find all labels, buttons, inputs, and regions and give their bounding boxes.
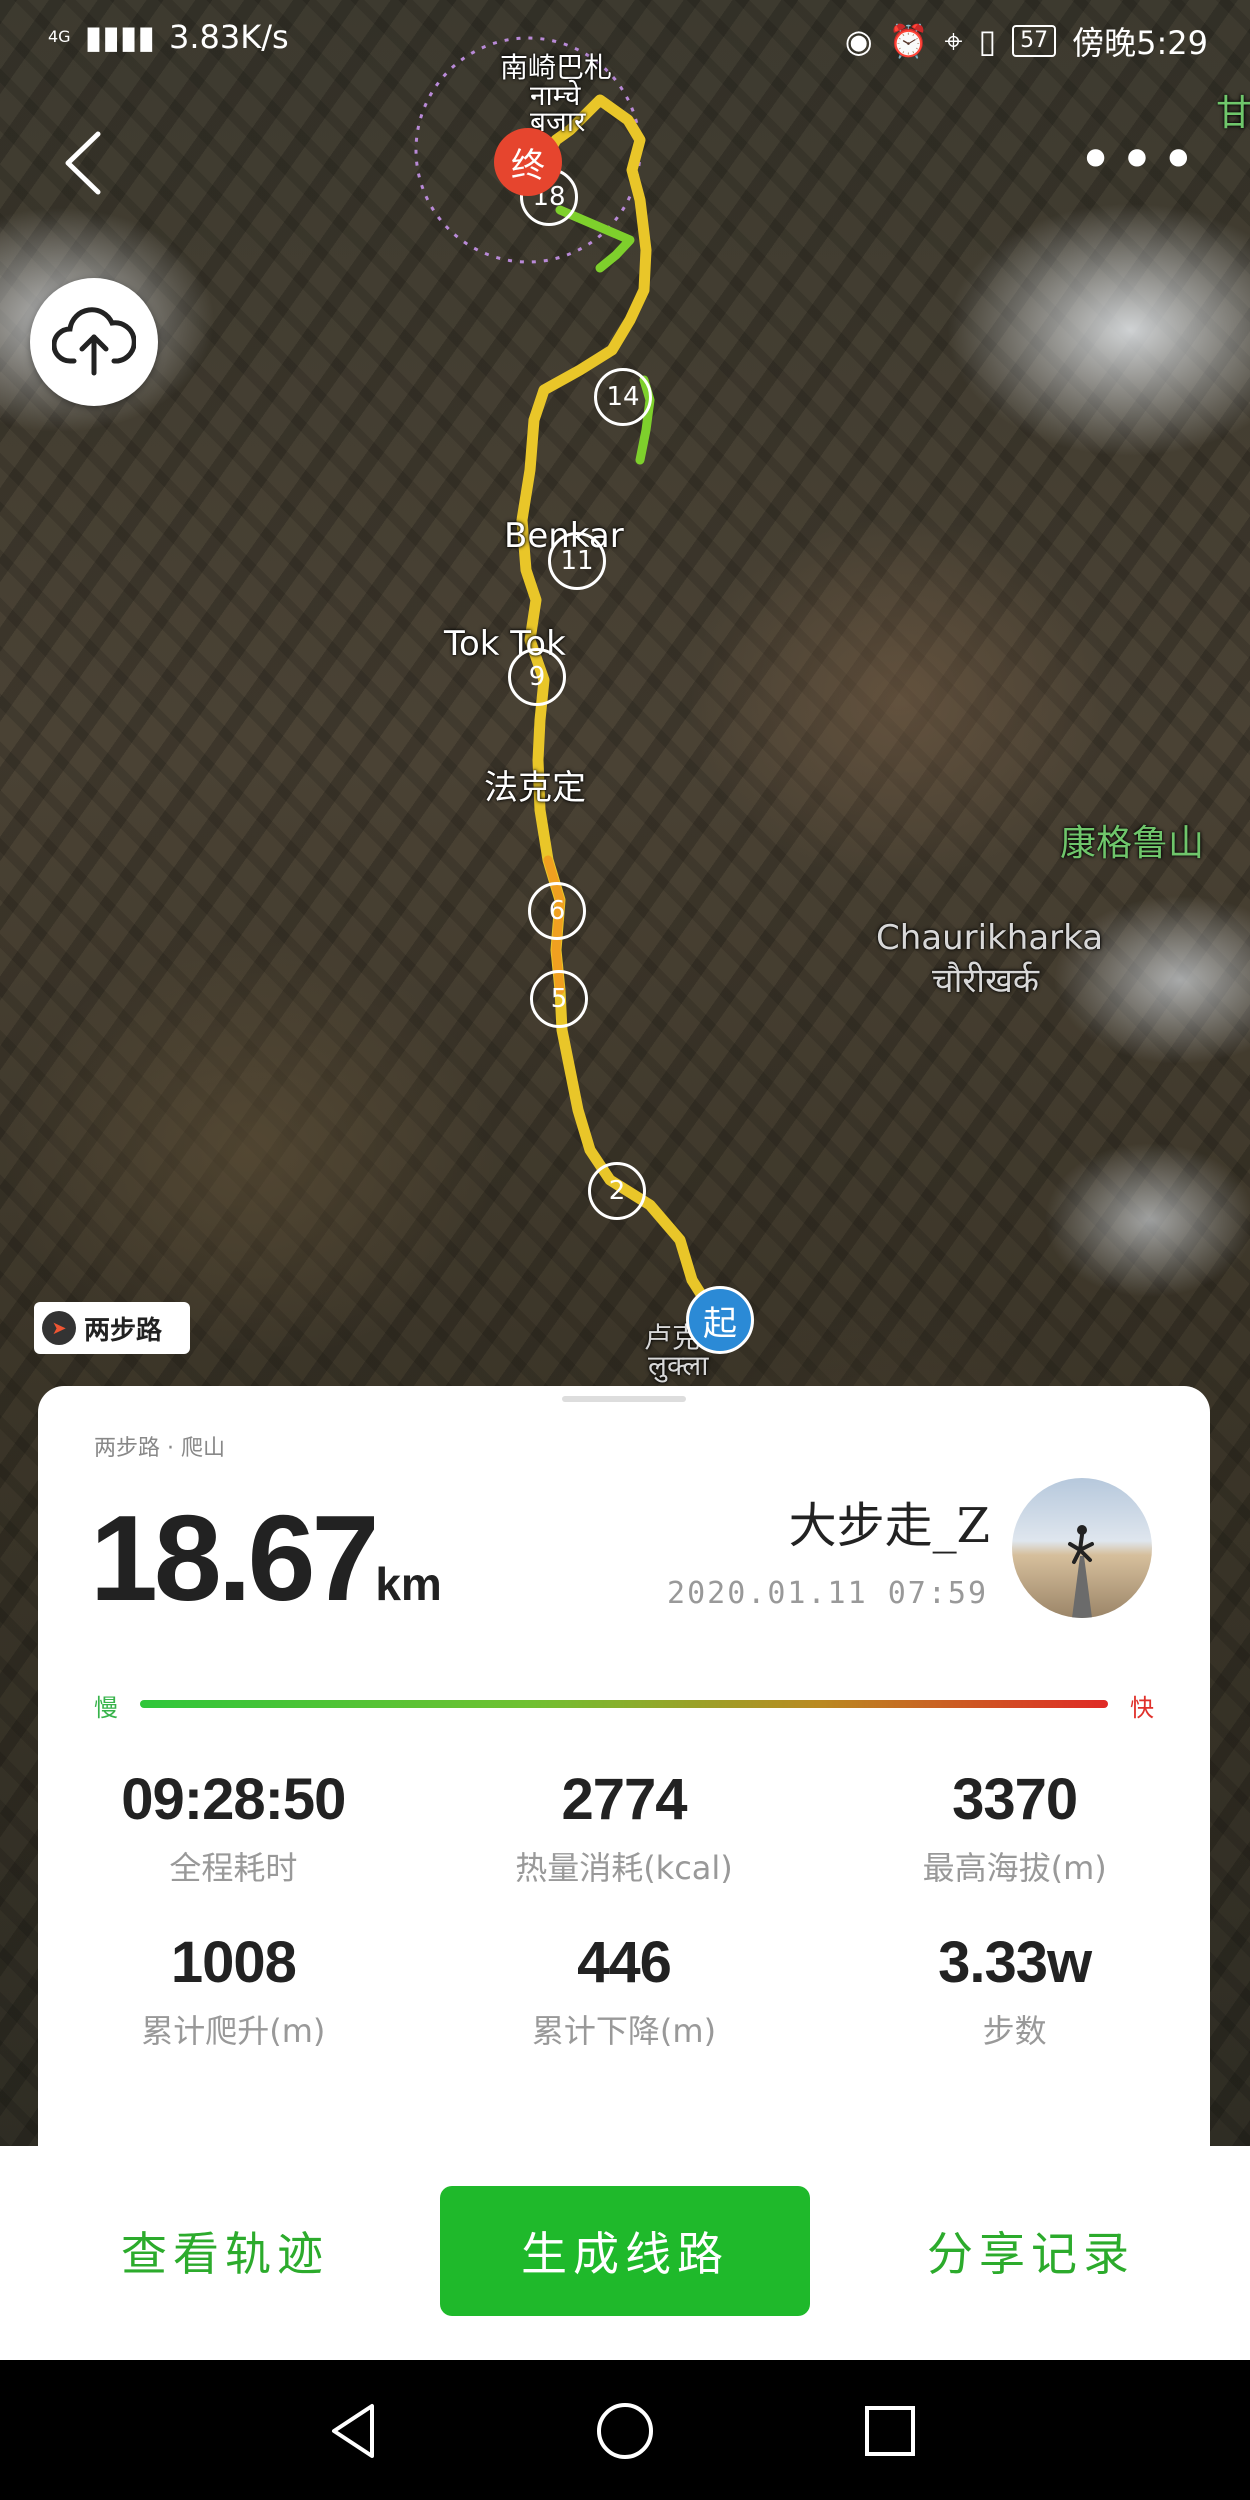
- brand-tag: ➤ 两步路: [34, 1302, 190, 1354]
- map-label-edge: 甘: [1216, 93, 1250, 134]
- username: 大步走_Z: [788, 1498, 990, 1554]
- stat-label: 累计爬升(m): [141, 2012, 326, 2050]
- stat-label: 最高海拔(m): [922, 1849, 1107, 1887]
- stat-value: 09:28:50: [121, 1767, 346, 1832]
- km-marker-2[interactable]: 2: [588, 1162, 646, 1220]
- stat-value: 1008: [170, 1930, 297, 1995]
- map-label-lukla-np: लुक्ला: [648, 1349, 709, 1382]
- alarm-icon: ⏰: [888, 22, 929, 60]
- end-marker[interactable]: 终: [494, 128, 562, 196]
- stat-duration: 09:28:50 全程耗时: [38, 1766, 429, 1889]
- stat-value: 3.33w: [938, 1930, 1092, 1995]
- stat-descent: 446 累计下降(m): [429, 1929, 820, 2052]
- activity-datetime: 2020.01.11 07:59: [667, 1576, 988, 1611]
- signal-icon: ▮▮▮▮: [84, 18, 156, 56]
- map-label-chaurikharka: Chaurikharka: [876, 918, 1104, 958]
- stat-label: 步数: [982, 2012, 1047, 2050]
- activity-subtitle: 两步路 · 爬山: [94, 1436, 225, 1461]
- battery-indicator: 57: [1012, 25, 1057, 57]
- route-line-fast-2: [555, 205, 635, 273]
- status-bar: 4G ▮▮▮▮ 3.83K/s ◉ ⏰ ⌖ ▯ 57 傍晚5:29: [0, 0, 1250, 80]
- stat-label: 热量消耗(kcal): [515, 1849, 733, 1887]
- nav-recents-icon[interactable]: [855, 2396, 925, 2466]
- nav-back-icon[interactable]: [320, 2396, 390, 2466]
- vibrate-icon: ▯: [978, 22, 997, 60]
- map-label-chaurikharka-np: चौरीखर्क: [932, 961, 1040, 1001]
- km-marker-14[interactable]: 14: [594, 368, 652, 426]
- back-arrow-icon[interactable]: [58, 128, 108, 198]
- stat-value: 3370: [952, 1767, 1078, 1832]
- stat-value: 2774: [561, 1767, 687, 1832]
- avatar[interactable]: [1012, 1478, 1152, 1618]
- stat-label: 全程耗时: [169, 1849, 298, 1887]
- drag-handle[interactable]: [562, 1396, 686, 1402]
- clock: 傍晚5:29: [1072, 24, 1208, 62]
- action-bar: 查看轨迹 生成线路 分享记录: [0, 2146, 1250, 2360]
- share-record-button[interactable]: 分享记录: [906, 2186, 1156, 2316]
- speed-gradient-bar: [140, 1700, 1108, 1708]
- network-speed: 3.83K/s: [169, 18, 289, 56]
- network-type: 4G: [48, 27, 71, 46]
- brand-name: 两步路: [84, 1315, 163, 1346]
- distance-display: 18.67km: [90, 1488, 442, 1628]
- slow-label: 慢: [94, 1694, 118, 1722]
- fast-label: 快: [1130, 1694, 1154, 1722]
- km-marker-9[interactable]: 9: [508, 648, 566, 706]
- avatar-photo: [1068, 1525, 1094, 1618]
- stat-calories: 2774 热量消耗(kcal): [429, 1766, 820, 1889]
- speed-legend: 慢 快: [94, 1686, 1154, 1726]
- stat-max-altitude: 3370 最高海拔(m): [819, 1766, 1210, 1889]
- stat-steps: 3.33w 步数: [819, 1929, 1210, 2052]
- cloud-upload-icon: [52, 307, 136, 376]
- km-marker-11[interactable]: 11: [548, 532, 606, 590]
- nav-home-icon[interactable]: [590, 2396, 660, 2466]
- brand-logo-icon: ➤: [42, 1311, 76, 1345]
- start-marker[interactable]: 起: [686, 1286, 754, 1354]
- view-track-button[interactable]: 查看轨迹: [100, 2186, 350, 2316]
- km-marker-5[interactable]: 5: [530, 970, 588, 1028]
- upload-cloud-button[interactable]: [30, 278, 158, 406]
- stat-label: 累计下降(m): [531, 2012, 717, 2050]
- stats-grid: 09:28:50 全程耗时 2774 热量消耗(kcal) 3370 最高海拔(…: [38, 1766, 1210, 2052]
- location-icon: ⌖: [944, 21, 963, 60]
- stat-value: 446: [577, 1930, 672, 1995]
- generate-route-button[interactable]: 生成线路: [440, 2186, 810, 2316]
- distance-value: 18.67: [90, 1490, 379, 1626]
- eye-icon: ◉: [844, 22, 873, 60]
- system-nav-bar: [0, 2360, 1250, 2500]
- stat-ascent: 1008 累计爬升(m): [38, 1929, 429, 2052]
- km-marker-6[interactable]: 6: [528, 882, 586, 940]
- summary-card: 两步路 · 爬山 18.67km 大步走_Z 2020.01.11 07:59 …: [38, 1386, 1210, 2146]
- route-line: [516, 94, 722, 1324]
- map-label-phakding: 法克定: [484, 768, 586, 808]
- map-label-kangri: 康格鲁山: [1060, 823, 1205, 864]
- distance-unit: km: [375, 1558, 442, 1610]
- more-options-icon[interactable]: •••: [1078, 130, 1202, 190]
